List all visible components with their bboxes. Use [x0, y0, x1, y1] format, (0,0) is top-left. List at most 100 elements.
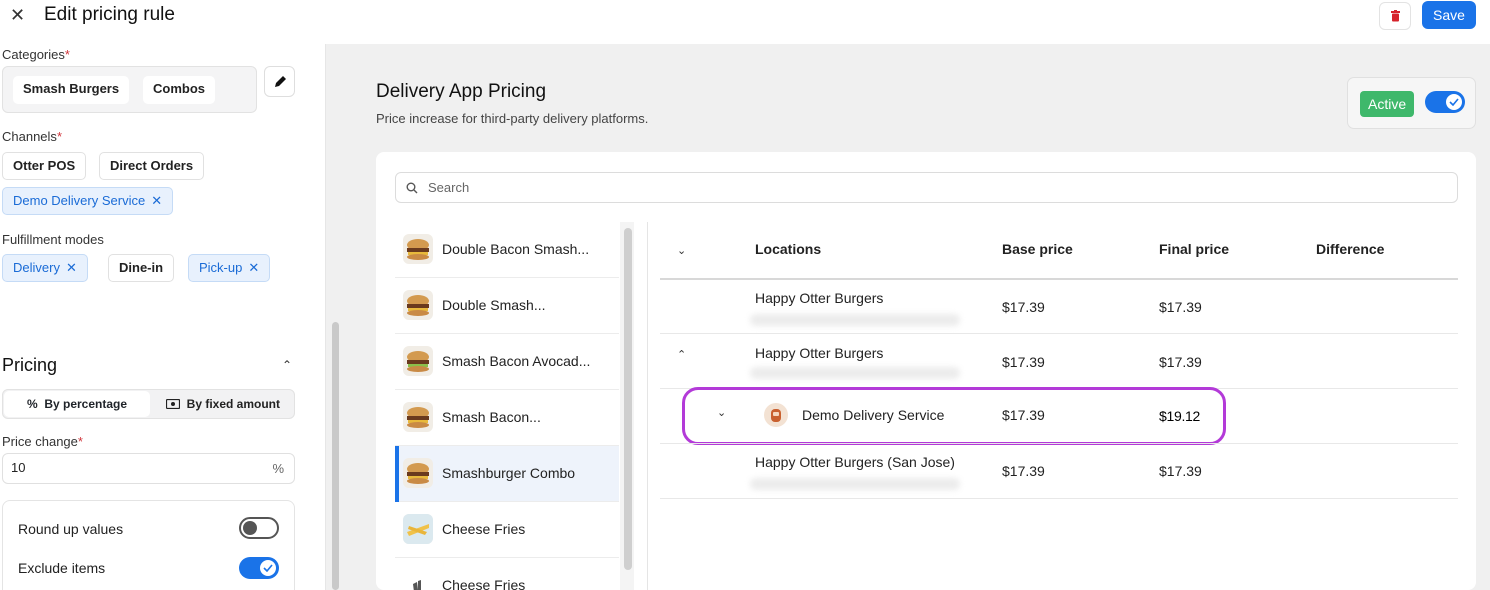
round-up-label: Round up values	[18, 521, 124, 537]
toggle-knob	[1446, 94, 1462, 110]
left-panel-scrollbar[interactable]	[325, 44, 343, 590]
row-divider	[660, 498, 1458, 499]
channel-chip-otter-pos[interactable]: Otter POS	[2, 152, 87, 180]
search-input[interactable]	[428, 180, 1328, 195]
toggle-knob	[260, 560, 276, 576]
list-item[interactable]: Double Smash...	[395, 278, 619, 334]
redacted-address	[750, 314, 960, 326]
location-name: Happy Otter Burgers	[755, 290, 884, 306]
column-header-locations: Locations	[755, 241, 822, 257]
burger-thumbnail	[403, 234, 433, 264]
fries-placeholder-icon	[403, 570, 433, 590]
item-name: Cheese Fries	[442, 577, 526, 590]
list-item[interactable]: Double Bacon Smash...	[395, 222, 619, 278]
items-card: Double Bacon Smash... Double Smash... Sm…	[376, 152, 1476, 590]
list-item[interactable]: Smash Bacon Avocad...	[395, 334, 619, 390]
categories-label-text: Categories	[2, 47, 65, 62]
by-percentage-tab[interactable]: % By percentage	[4, 391, 150, 417]
active-status-box: Active	[1347, 77, 1476, 129]
pencil-icon	[275, 76, 286, 87]
active-toggle[interactable]	[1425, 91, 1465, 113]
burger-thumbnail	[403, 346, 433, 376]
row-divider	[660, 333, 1458, 334]
column-header-difference: Difference	[1316, 241, 1385, 257]
save-button[interactable]: Save	[1422, 1, 1476, 29]
remove-channel-icon[interactable]: ✕	[151, 193, 162, 208]
active-badge: Active	[1360, 91, 1415, 117]
categories-field[interactable]: Smash Burgers Combos	[2, 66, 257, 113]
base-price: $17.39	[1002, 407, 1045, 423]
by-fixed-amount-label: By fixed amount	[186, 397, 281, 411]
rule-settings-panel: Categories* Smash Burgers Combos Channel…	[0, 44, 325, 590]
header-divider	[660, 278, 1458, 280]
header-bar: ✕ Edit pricing rule Save	[0, 0, 1490, 44]
item-list-scrollbar[interactable]	[620, 222, 634, 590]
price-change-input[interactable]	[11, 460, 251, 475]
chevron-down-icon[interactable]: ⌄	[717, 406, 726, 419]
list-item-selected[interactable]: Smashburger Combo	[395, 446, 619, 502]
delete-button[interactable]	[1379, 2, 1411, 30]
edit-categories-button[interactable]	[264, 66, 295, 97]
item-name: Smashburger Combo	[442, 465, 576, 481]
price-table: ⌄ Locations Base price Final price Diffe…	[660, 222, 1458, 590]
fries-thumbnail	[403, 514, 433, 544]
remove-fulfillment-icon[interactable]: ✕	[66, 260, 77, 275]
pricing-section-title: Pricing	[2, 355, 58, 375]
round-up-toggle[interactable]	[239, 517, 279, 539]
item-name: Double Bacon Smash...	[442, 241, 590, 257]
channel-chip-direct-orders[interactable]: Direct Orders	[99, 152, 205, 180]
base-price: $17.39	[1002, 354, 1045, 370]
fulfillment-chip-label: Delivery	[13, 260, 60, 275]
collapse-icon[interactable]: ⌃	[282, 358, 292, 372]
redacted-address	[750, 367, 960, 379]
item-name: Smash Bacon...	[442, 409, 541, 425]
check-icon	[1449, 98, 1459, 106]
remove-fulfillment-icon[interactable]: ✕	[248, 260, 259, 275]
cash-icon	[165, 398, 181, 410]
item-list: Double Bacon Smash... Double Smash... Sm…	[395, 222, 619, 590]
location-name: Happy Otter Burgers (San Jose)	[755, 454, 955, 470]
item-name: Double Smash...	[442, 297, 546, 313]
burger-thumbnail	[403, 402, 433, 432]
chevron-down-icon[interactable]: ⌄	[677, 244, 686, 257]
final-price: $19.12	[1159, 408, 1201, 424]
exclude-items-label: Exclude items	[18, 560, 106, 576]
final-price: $17.39	[1159, 354, 1202, 370]
toggle-knob	[243, 521, 257, 535]
channels-label-text: Channels	[2, 129, 57, 144]
item-name: Smash Bacon Avocad...	[442, 353, 591, 369]
rule-description: Price increase for third-party delivery …	[376, 111, 649, 126]
column-header-base-price: Base price	[1002, 241, 1073, 257]
fulfillment-chip-dine-in[interactable]: Dine-in	[108, 254, 175, 282]
list-item[interactable]: Smash Bacon...	[395, 390, 619, 446]
channel-chip-demo-delivery-service[interactable]: Demo Delivery Service ✕	[2, 187, 174, 215]
burger-thumbnail	[403, 458, 433, 488]
price-change-label: Price change*	[2, 434, 83, 449]
item-name: Cheese Fries	[442, 521, 526, 537]
delivery-service-icon	[764, 403, 788, 427]
by-fixed-amount-tab[interactable]: By fixed amount	[153, 391, 293, 417]
by-percentage-label: By percentage	[44, 397, 128, 411]
final-price: $17.39	[1159, 463, 1202, 479]
channel-chip-label: Demo Delivery Service	[13, 193, 146, 208]
close-icon[interactable]: ✕	[10, 5, 25, 26]
burger-thumbnail	[403, 290, 433, 320]
scrollbar-thumb[interactable]	[624, 228, 632, 570]
rule-title: Delivery App Pricing	[376, 81, 547, 102]
pricing-options: Round up values Exclude items	[2, 500, 295, 590]
chevron-up-icon[interactable]: ⌃	[677, 348, 686, 361]
list-item[interactable]: Cheese Fries	[395, 502, 619, 558]
channel-name: Demo Delivery Service	[802, 407, 945, 423]
redacted-address	[750, 478, 960, 490]
price-change-label-text: Price change	[2, 434, 78, 449]
category-chip-combos: Combos	[143, 76, 215, 104]
fulfillment-chip-delivery[interactable]: Delivery ✕	[2, 254, 88, 282]
exclude-items-toggle[interactable]	[239, 557, 279, 579]
final-price: $17.39	[1159, 299, 1202, 315]
scrollbar-thumb[interactable]	[332, 322, 339, 590]
row-divider	[660, 443, 1458, 444]
check-icon	[263, 564, 273, 572]
fulfillment-chip-pick-up[interactable]: Pick-up ✕	[188, 254, 271, 282]
list-item[interactable]: Cheese Fries	[395, 558, 619, 590]
required-mark: *	[64, 47, 70, 62]
